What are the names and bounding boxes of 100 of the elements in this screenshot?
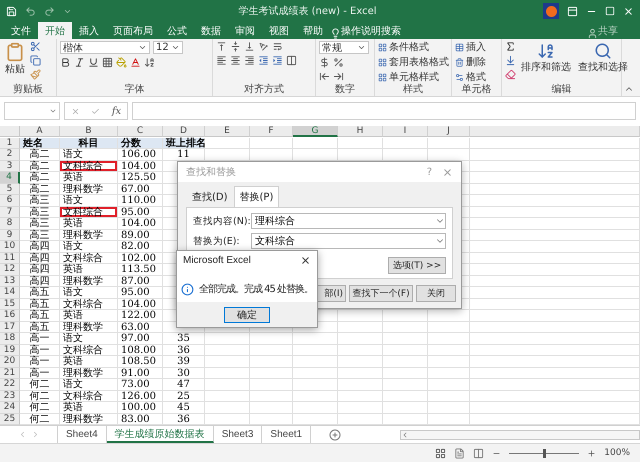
sum-icon[interactable]	[505, 41, 516, 52]
align-center-icon[interactable]	[230, 55, 241, 66]
ok-button[interactable]: 确定	[224, 306, 270, 322]
options-button[interactable]: 选项(T) >>	[388, 257, 446, 274]
check-icon[interactable]	[91, 106, 100, 116]
column-header[interactable]: B	[60, 126, 118, 137]
normal-view-icon[interactable]	[435, 448, 446, 458]
share-button[interactable]: 共享	[598, 22, 640, 39]
sheet-tab[interactable]: Sheet3	[214, 426, 262, 443]
eraser-icon[interactable]	[505, 69, 516, 80]
align-right-icon[interactable]	[244, 55, 255, 66]
number-format-select[interactable]: 常规	[319, 41, 369, 54]
close-icon[interactable]	[623, 6, 634, 16]
search-icon[interactable]	[594, 42, 612, 60]
merge-icon[interactable]	[286, 55, 297, 66]
undo-icon[interactable]	[25, 6, 36, 16]
grid-icon[interactable]	[378, 72, 387, 82]
trash-icon[interactable]	[455, 58, 464, 66]
row-header[interactable]: 12	[0, 264, 20, 276]
row-header[interactable]: 7	[0, 206, 20, 218]
column-header[interactable]: F	[250, 126, 293, 137]
avatar[interactable]	[543, 3, 559, 19]
cells-menu-button[interactable]: 删除	[455, 56, 486, 68]
row-header[interactable]: 3	[0, 160, 20, 172]
sort-icon[interactable]	[537, 42, 555, 60]
formula-input[interactable]	[132, 102, 636, 120]
column-header[interactable]: C	[118, 126, 163, 137]
row-header[interactable]: 20	[0, 356, 20, 368]
menu-tab[interactable]: 页面布局	[106, 22, 160, 39]
fill-color-icon[interactable]	[116, 57, 127, 68]
row-header[interactable]: 17	[0, 322, 20, 333]
maximize-icon[interactable]	[605, 6, 615, 16]
chevron-down-icon[interactable]	[171, 43, 180, 52]
row-header[interactable]: 22	[0, 379, 20, 390]
menu-tab[interactable]: 视图	[262, 22, 296, 39]
style-menu-button[interactable]: 套用表格格式	[378, 56, 449, 68]
dialog-tab[interactable]: 替换(P)	[234, 186, 280, 207]
row-header[interactable]: 6	[0, 195, 20, 206]
row-header[interactable]: 5	[0, 184, 20, 195]
menu-tab[interactable]: 数据	[194, 22, 228, 39]
row-header[interactable]: 9	[0, 230, 20, 241]
page-layout-icon[interactable]	[454, 448, 466, 458]
page-break-icon[interactable]	[473, 448, 484, 458]
row-header[interactable]: 14	[0, 287, 20, 298]
font-color-icon[interactable]	[130, 57, 141, 68]
italic-icon[interactable]	[74, 57, 85, 68]
search-link[interactable]: 操作说明搜索	[341, 22, 401, 39]
column-header[interactable]: A	[20, 126, 60, 137]
borders-icon[interactable]	[102, 57, 113, 68]
row-header[interactable]: 11	[0, 252, 20, 264]
user-icon[interactable]	[587, 28, 598, 39]
chevron-down-icon[interactable]	[357, 43, 366, 52]
percent-icon[interactable]	[333, 57, 344, 68]
menu-tab[interactable]: 开始	[38, 22, 72, 39]
column-header[interactable]: G	[293, 126, 338, 137]
close-icon[interactable]	[300, 255, 311, 266]
currency-icon[interactable]	[319, 57, 330, 68]
grid-icon[interactable]	[378, 58, 387, 66]
column-header[interactable]: I	[383, 126, 428, 137]
paste-button[interactable]: 粘贴	[3, 41, 27, 77]
combo-field[interactable]: 理科综合	[251, 213, 446, 229]
row-header[interactable]: 10	[0, 241, 20, 252]
fill-icon[interactable]	[505, 55, 516, 66]
orientation-icon[interactable]	[258, 41, 269, 52]
cells-menu-button[interactable]: 格式	[455, 71, 486, 83]
cells-menu-button[interactable]: 插入	[455, 41, 486, 53]
dialog-tab[interactable]: 查找(D)	[186, 186, 234, 207]
underline-icon[interactable]	[88, 57, 99, 68]
style-menu-button[interactable]: 单元格样式	[378, 71, 449, 83]
column-header[interactable]: J	[428, 126, 470, 137]
row-header[interactable]: 13	[0, 276, 20, 287]
save-icon[interactable]	[6, 6, 17, 16]
menu-tab[interactable]: 公式	[160, 22, 194, 39]
row-header[interactable]: 4	[0, 172, 20, 184]
align-left-icon[interactable]	[216, 55, 227, 66]
row-header[interactable]: 2	[0, 149, 20, 160]
column-header[interactable]: H	[338, 126, 383, 137]
bold-icon[interactable]	[60, 57, 71, 68]
font-size-select[interactable]: 12	[153, 41, 183, 54]
menu-tab[interactable]: 帮助	[296, 22, 330, 39]
row-header[interactable]: 16	[0, 310, 20, 322]
row-header[interactable]: 15	[0, 298, 20, 310]
row-header[interactable]: 24	[0, 402, 20, 414]
menu-tab[interactable]: 插入	[72, 22, 106, 39]
indent-decrease-icon[interactable]	[258, 55, 269, 66]
indent-increase-icon[interactable]	[272, 55, 283, 66]
menu-tab[interactable]: 审阅	[228, 22, 262, 39]
style-menu-button[interactable]: 条件格式	[378, 41, 449, 53]
align-middle-icon[interactable]	[230, 41, 241, 52]
menu-tab[interactable]: 文件	[4, 22, 38, 39]
align-top-icon[interactable]	[216, 41, 227, 52]
column-header[interactable]: E	[205, 126, 250, 137]
add-sheet-icon[interactable]	[329, 428, 342, 440]
clipboard-icon[interactable]	[5, 42, 25, 62]
zoom-thumb[interactable]	[543, 448, 546, 458]
dialog-button[interactable]: 查找下一个(F)	[349, 285, 413, 302]
dialog-button[interactable]: 关闭	[416, 285, 456, 302]
chevron-down-icon[interactable]	[49, 107, 57, 115]
redo-icon[interactable]	[44, 6, 55, 16]
find-select-button[interactable]: 查找和选择	[576, 41, 630, 75]
